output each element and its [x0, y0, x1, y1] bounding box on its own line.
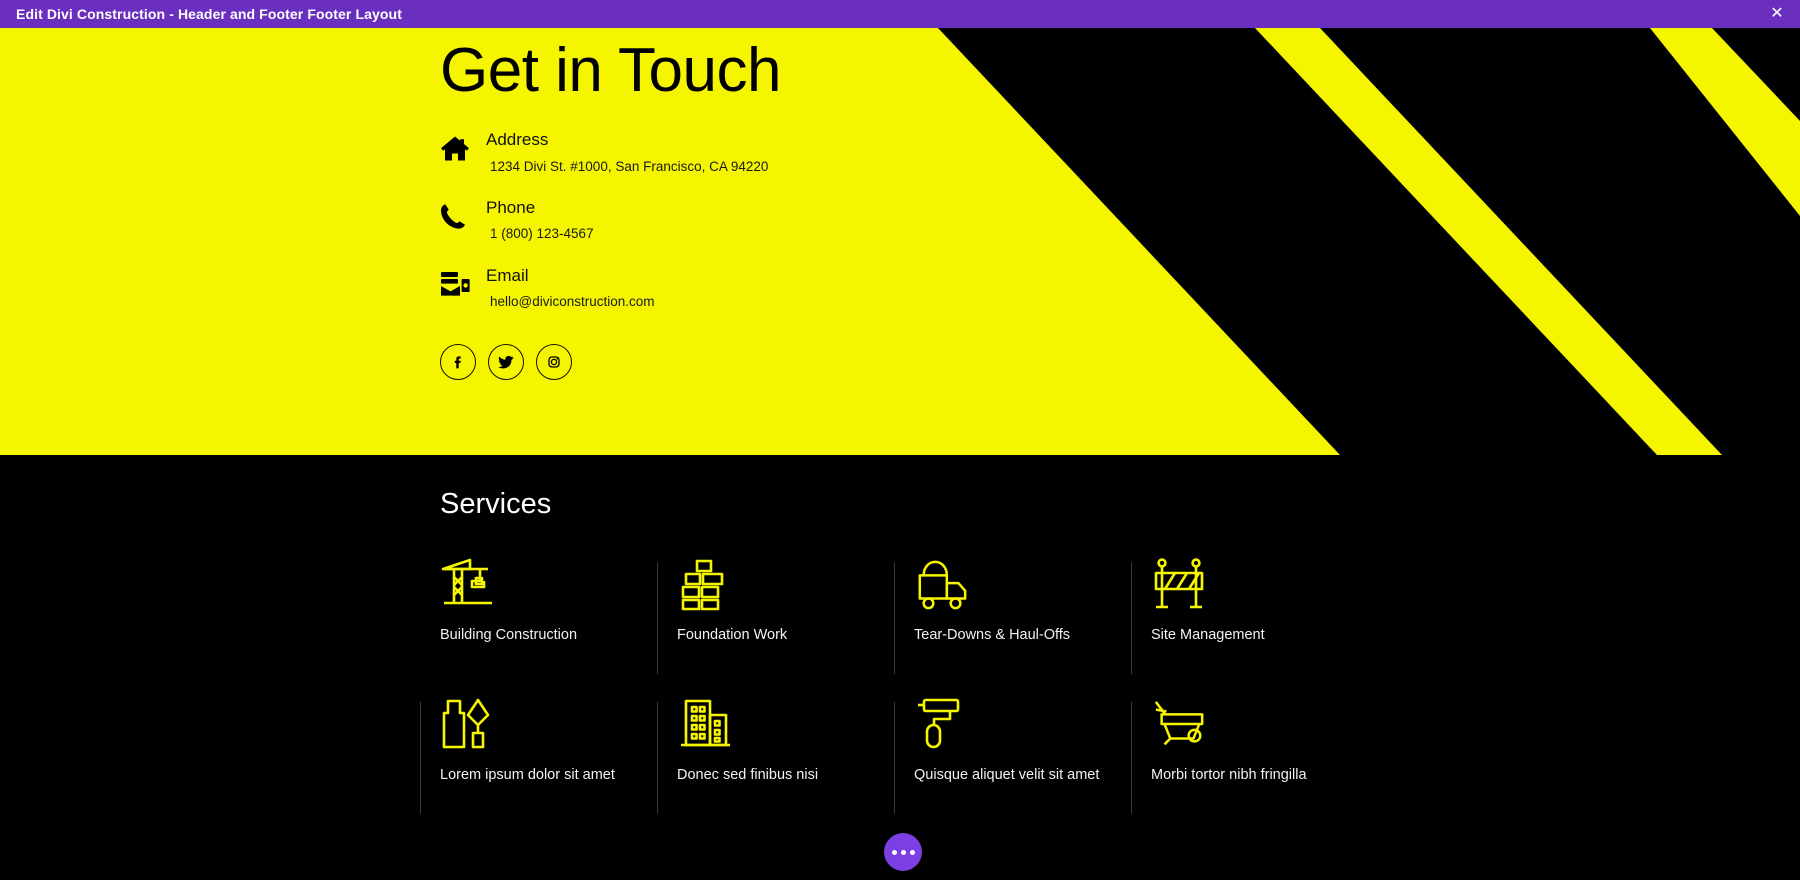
fab-dot — [909, 849, 915, 855]
services-section: Services Building Construction Foundatio… — [0, 455, 1800, 880]
wheelbarrow-icon — [1151, 694, 1207, 756]
contact-label: Phone — [486, 198, 536, 218]
fab-dot — [891, 849, 897, 855]
contact-text-address: Address 1234 Divi St. #1000, San Francis… — [486, 129, 768, 175]
contact-text-email: Email hello@diviconstruction.com — [486, 265, 655, 311]
ellipsis-icon[interactable] — [884, 833, 922, 871]
services-heading: Services — [440, 488, 552, 520]
service-label: Site Management — [1151, 626, 1265, 643]
app-root: Edit Divi Construction - Header and Foot… — [0, 0, 1800, 880]
services-grid: Building Construction Foundation Work Te… — [420, 554, 1760, 834]
tools-icon — [440, 694, 496, 756]
paint-roller-icon — [914, 694, 970, 756]
close-icon[interactable]: ✕ — [1764, 2, 1790, 26]
window-title: Edit Divi Construction - Header and Foot… — [16, 6, 402, 22]
email-icon — [440, 267, 476, 301]
hero-section: Get in Touch Address 1234 Divi St. #1000… — [0, 28, 1800, 455]
service-item[interactable]: Quisque aliquet velit sit amet — [894, 694, 1151, 834]
service-label: Tear-Downs & Haul-Offs — [914, 626, 1071, 643]
phone-icon — [440, 199, 476, 233]
contact-row-email: Email hello@diviconstruction.com — [440, 265, 1060, 311]
hero-content: Get in Touch Address 1234 Divi St. #1000… — [440, 36, 1060, 381]
window-titlebar: Edit Divi Construction - Header and Foot… — [0, 0, 1800, 28]
twitter-icon[interactable] — [488, 344, 524, 381]
service-item[interactable]: Site Management — [1131, 554, 1388, 694]
social-links — [440, 344, 1060, 381]
service-label: Lorem ipsum dolor sit amet — [440, 766, 615, 783]
hero-inner: Get in Touch Address 1234 Divi St. #1000… — [0, 28, 1800, 455]
facebook-icon[interactable] — [440, 344, 476, 381]
service-item[interactable]: Foundation Work — [657, 554, 914, 694]
contact-value: hello@diviconstruction.com — [490, 293, 655, 309]
contact-value: 1234 Divi St. #1000, San Francisco, CA 9… — [490, 158, 769, 174]
service-item[interactable]: Building Construction — [440, 554, 677, 694]
buildings-icon — [677, 694, 733, 756]
service-item[interactable]: Lorem ipsum dolor sit amet — [420, 694, 677, 834]
contact-label: Email — [486, 265, 529, 285]
instagram-icon[interactable] — [536, 344, 572, 381]
barricade-icon — [1151, 554, 1207, 616]
service-label: Foundation Work — [677, 626, 788, 643]
contact-list: Address 1234 Divi St. #1000, San Francis… — [440, 129, 1060, 332]
services-inner: Services Building Construction Foundatio… — [420, 455, 1760, 834]
contact-value: 1 (800) 123-4567 — [490, 226, 594, 242]
home-icon — [440, 131, 476, 165]
page-title: Get in Touch — [440, 36, 781, 105]
service-item[interactable]: Tear-Downs & Haul-Offs — [894, 554, 1151, 694]
service-item[interactable]: Donec sed finibus nisi — [657, 694, 914, 834]
service-item[interactable]: Morbi tortor nibh fringilla — [1131, 694, 1388, 834]
dump-truck-icon — [914, 554, 970, 616]
service-label: Building Construction — [440, 626, 578, 643]
contact-text-phone: Phone 1 (800) 123-4567 — [486, 197, 594, 243]
crane-icon — [440, 554, 496, 616]
service-label: Quisque aliquet velit sit amet — [914, 766, 1100, 783]
contact-row-phone: Phone 1 (800) 123-4567 — [440, 197, 1060, 243]
contact-label: Address — [486, 130, 549, 150]
contact-row-address: Address 1234 Divi St. #1000, San Francis… — [440, 129, 1060, 175]
fab-dot — [900, 849, 906, 855]
service-label: Morbi tortor nibh fringilla — [1151, 766, 1307, 783]
brick-wall-icon — [677, 554, 733, 616]
service-label: Donec sed finibus nisi — [677, 766, 819, 783]
